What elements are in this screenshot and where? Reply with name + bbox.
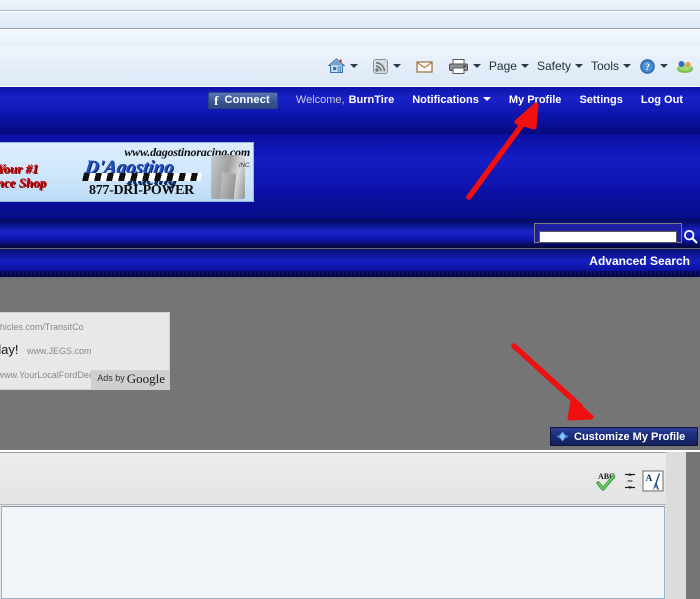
ads-by-google-attribution[interactable]: Ads by Google: [91, 370, 169, 389]
search-bar-strip: [0, 219, 700, 249]
tools-menu-label: Tools: [590, 59, 619, 73]
help-button[interactable]: ?: [635, 53, 672, 79]
help-icon: ?: [640, 58, 655, 74]
nav-notifications-label: Notifications: [412, 94, 479, 106]
piston-icon: [211, 155, 245, 199]
ad-item-1-url: FordVehicles.com/TransitCo: [0, 322, 84, 332]
page-menu-label: Page: [488, 59, 517, 73]
ad-item-2[interactable]: rder-Buy Today! www.JEGS.com: [0, 341, 92, 359]
facebook-connect-label: Connect: [224, 94, 270, 106]
editor-toolbar: ABC A A: [0, 453, 686, 505]
browser-tabbar-strip: [0, 30, 700, 46]
chevron-down-icon: [623, 64, 631, 68]
ad-item-3[interactable]: ealer Now! www.YourLocalFordDea: [0, 365, 94, 383]
editor-textarea[interactable]: [1, 506, 665, 599]
banner-ad-row: www.dagostinoracing.com Your #1 rmance S…: [0, 134, 700, 219]
line-spacing-icon[interactable]: [624, 471, 636, 491]
advanced-search-link[interactable]: Advanced Search: [589, 254, 690, 268]
browser-command-bar: Page Safety Tools ?: [0, 46, 700, 86]
addons-icon: [677, 61, 693, 73]
advanced-search-strip: Advanced Search: [0, 249, 700, 278]
banner-checker-stripe: [82, 173, 202, 181]
banner-phone: 877-DRI-POWER: [89, 183, 194, 198]
editor-toolbar-icons: ABC A A: [596, 470, 664, 492]
chevron-down-icon: [574, 64, 583, 68]
diamond-arrows-icon: [556, 431, 569, 442]
chevron-down-icon: [660, 64, 668, 68]
font-format-icon[interactable]: A A: [642, 470, 664, 492]
safety-menu-label: Safety: [536, 59, 571, 73]
ad-item-2-title: rder-Buy Today!: [0, 342, 19, 357]
print-icon: [448, 58, 468, 74]
banner-tagline-2: rmance Shop: [0, 175, 47, 190]
nav-log-out[interactable]: Log Out: [641, 94, 683, 106]
home-button[interactable]: [323, 53, 362, 79]
browser-menubar-strip: [0, 12, 700, 29]
search-button[interactable]: [680, 223, 700, 249]
chevron-down-icon: [482, 97, 491, 101]
feeds-button[interactable]: [368, 53, 405, 79]
mail-icon: [416, 60, 433, 73]
nav-my-profile[interactable]: My Profile: [509, 94, 562, 106]
browser-titlebar-strip: [0, 0, 700, 11]
search-input-wrapper: [534, 223, 682, 243]
facebook-f-icon: f: [214, 92, 219, 108]
chevron-down-icon: [349, 64, 358, 68]
search-icon: [683, 229, 697, 243]
site-top-nav: f Connect Welcome, BurnTire Notification…: [208, 87, 700, 113]
chevron-down-icon: [520, 64, 529, 68]
tools-menu-button[interactable]: Tools: [587, 53, 635, 79]
ad-item-3-url: www.YourLocalFordDea: [0, 370, 94, 380]
svg-text:A: A: [646, 474, 653, 484]
mail-button[interactable]: [411, 53, 438, 79]
google-ads-block: Show. FordVehicles.com/TransitCo rder-Bu…: [0, 312, 170, 390]
dagostino-racing-banner[interactable]: www.dagostinoracing.com Your #1 rmance S…: [0, 142, 254, 202]
site-header: f Connect Welcome, BurnTire Notification…: [0, 87, 700, 134]
editor-scroll-gutter[interactable]: [666, 452, 686, 599]
nav-settings[interactable]: Settings: [579, 94, 622, 106]
chevron-down-icon: [392, 64, 401, 68]
page-right-edge: [686, 452, 700, 599]
safety-menu-button[interactable]: Safety: [533, 53, 587, 79]
welcome-text: Welcome,: [295, 94, 345, 106]
facebook-connect-button[interactable]: f Connect: [208, 91, 278, 109]
addons-button[interactable]: [672, 53, 698, 79]
print-button[interactable]: [444, 53, 485, 79]
svg-text:?: ?: [645, 63, 650, 73]
editor-panel: ABC A A: [0, 452, 686, 599]
chevron-down-icon: [472, 64, 481, 68]
page-menu-button[interactable]: Page: [485, 53, 533, 79]
home-icon: [327, 58, 346, 74]
ad-item-2-url: www.JEGS.com: [26, 346, 92, 356]
screenshot-root: Page Safety Tools ? f Connect Welcome, B…: [0, 0, 700, 599]
customize-my-profile-label: Customize My Profile: [574, 430, 686, 443]
ad-item-1[interactable]: Show. FordVehicles.com/TransitCo: [0, 317, 84, 335]
banner-small-mark: INC.: [239, 163, 251, 169]
customize-my-profile-button[interactable]: Customize My Profile: [550, 427, 698, 446]
svg-text:A: A: [653, 483, 660, 493]
username-link[interactable]: BurnTire: [349, 94, 395, 106]
google-wordmark: Google: [126, 371, 165, 386]
ads-by-prefix: Ads by: [97, 373, 125, 383]
spellcheck-icon[interactable]: ABC: [596, 471, 618, 491]
nav-notifications[interactable]: Notifications: [412, 94, 491, 106]
feeds-icon: [372, 58, 388, 74]
search-input[interactable]: [539, 231, 677, 243]
